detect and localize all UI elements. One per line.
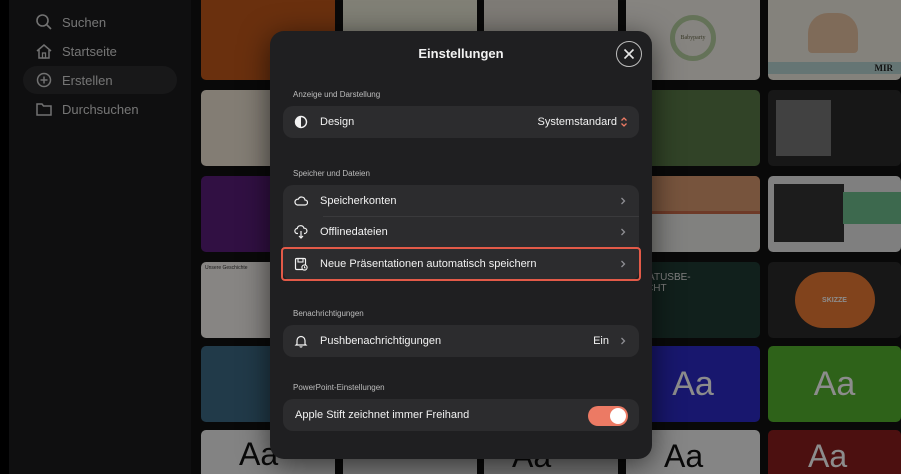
offline-files-label: Offlinedateien xyxy=(320,226,388,238)
push-notifications-row[interactable]: Pushbenachrichtigungen Ein xyxy=(283,326,639,356)
chevron-right-icon xyxy=(621,337,626,345)
apple-pencil-row: Apple Stift zeichnet immer Freihand xyxy=(283,400,639,430)
section-label-powerpoint: PowerPoint-Einstellungen xyxy=(293,383,385,392)
push-notifications-value: Ein xyxy=(593,335,609,347)
design-row[interactable]: Design Systemstandard xyxy=(283,107,639,137)
bell-icon xyxy=(294,334,308,348)
chevron-right-icon xyxy=(621,260,626,268)
up-down-chevron-icon xyxy=(621,117,627,127)
cloud-download-icon xyxy=(294,225,308,239)
apple-pencil-toggle[interactable] xyxy=(588,406,628,426)
cloud-icon xyxy=(294,194,308,208)
chevron-right-icon xyxy=(621,197,626,205)
toggle-knob xyxy=(610,408,626,424)
autosave-icon xyxy=(294,257,308,271)
close-button[interactable] xyxy=(616,41,642,67)
powerpoint-group: Apple Stift zeichnet immer Freihand xyxy=(283,399,639,431)
design-value[interactable]: Systemstandard xyxy=(538,116,617,128)
display-group: Design Systemstandard xyxy=(283,106,639,138)
autosave-row[interactable]: Neue Präsentationen automatisch speicher… xyxy=(281,247,641,281)
notifications-group: Pushbenachrichtigungen Ein xyxy=(283,325,639,357)
offline-files-row[interactable]: Offlinedateien xyxy=(283,217,639,247)
apple-pencil-label: Apple Stift zeichnet immer Freihand xyxy=(295,409,470,421)
storage-group: Speicherkonten Offlinedateien Neue Präse… xyxy=(281,185,641,281)
settings-dialog: Einstellungen Anzeige und Darstellung De… xyxy=(270,31,652,459)
section-label-display: Anzeige und Darstellung xyxy=(293,90,381,99)
half-circle-icon xyxy=(294,115,308,129)
close-icon xyxy=(623,48,635,60)
dialog-title: Einstellungen xyxy=(418,46,504,61)
storage-accounts-label: Speicherkonten xyxy=(320,195,397,207)
section-label-storage: Speicher und Dateien xyxy=(293,169,370,178)
section-label-notifications: Benachrichtigungen xyxy=(293,309,364,318)
chevron-right-icon xyxy=(621,228,626,236)
push-notifications-label: Pushbenachrichtigungen xyxy=(320,335,442,347)
storage-accounts-row[interactable]: Speicherkonten xyxy=(283,186,639,216)
autosave-label: Neue Präsentationen automatisch speicher… xyxy=(320,258,537,270)
design-label: Design xyxy=(320,116,355,128)
